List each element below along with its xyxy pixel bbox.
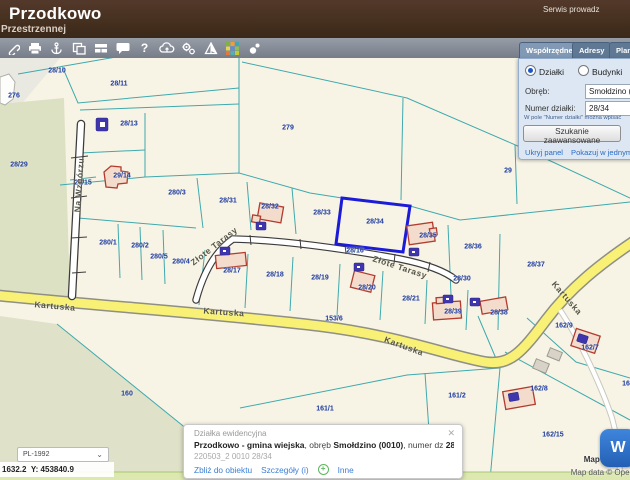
tab-adresy[interactable]: Adresy (572, 42, 611, 59)
radio-budynki-dot[interactable] (578, 65, 589, 76)
hide-panel-link[interactable]: Ukryj panel (525, 148, 563, 157)
app-title: Przodkowo (9, 4, 101, 24)
print-icon[interactable] (25, 40, 44, 56)
zoom-to-object-link[interactable]: Zbliż do obiektu (194, 465, 252, 475)
settings-gears-icon[interactable] (179, 40, 198, 56)
app-header: Przodkowo Przestrzennej Serwis prowadz (0, 0, 630, 38)
chat-icon[interactable] (113, 40, 132, 56)
popup-parcel-number: 28/34 (446, 440, 454, 450)
popup-obreb: Smołdzino (0010) (333, 440, 403, 450)
service-note: Serwis prowadz (543, 5, 630, 14)
plus-icon[interactable]: + (318, 464, 329, 475)
panels-icon[interactable] (91, 40, 110, 56)
radio-dzialki[interactable]: Działki (525, 65, 564, 77)
popup-numer-pre: , numer dz (403, 440, 446, 450)
coord-x: 1632.2 (2, 465, 26, 474)
popup-id-code: 220503_2 0010 28/34 (194, 452, 272, 461)
help-icon[interactable]: ? (135, 40, 154, 56)
cloud-upload-icon[interactable] (157, 40, 176, 56)
single-window-link[interactable]: Pokazuj w jednym ok (571, 148, 630, 157)
tab-wspolrzedne[interactable]: Współrzędne (519, 42, 580, 59)
location-pin-icon[interactable] (245, 40, 264, 56)
radio-budynki[interactable]: Budynki (578, 65, 622, 77)
tab-plany[interactable]: Plany (609, 42, 630, 59)
popup-title-line: Przodkowo - gmina wiejska, obręb Smołdzi… (194, 440, 454, 450)
crs-value: PL-1992 (23, 451, 49, 458)
advanced-search-button[interactable]: Szukanie zaawansowane (523, 125, 621, 142)
numer-hint: W pole "Numer działki" można wpisać (524, 115, 630, 121)
close-icon[interactable]: ✕ (447, 428, 455, 439)
forest-area (0, 98, 70, 302)
map-data-attribution: Map data © Open (571, 468, 630, 477)
popup-obreb-pre: , obręb (305, 440, 334, 450)
copy-icon[interactable] (69, 40, 88, 56)
anchor-icon[interactable] (47, 40, 66, 56)
numer-value: 28/34 (589, 104, 609, 113)
obreb-value: Smołdzino (0010) (589, 87, 630, 96)
details-link[interactable]: Szczegóły (i) (261, 465, 309, 475)
feature-popup: Działka ewidencyjna ✕ Przodkowo - gmina … (183, 424, 463, 479)
popup-type: Działka ewidencyjna (194, 429, 266, 438)
coord-y: Y: 453840.9 (31, 465, 74, 474)
gis-app: { "header": { "title": "Przodkowo", "sub… (0, 0, 630, 480)
legend-grid-icon[interactable] (223, 40, 242, 56)
chevron-down-icon: ⌄ (96, 448, 103, 461)
coordinates-readout: 1632.2 Y: 453840.9 (0, 462, 114, 477)
prism-icon[interactable] (201, 40, 220, 56)
numer-label: Numer działki: (525, 104, 576, 113)
radio-dzialki-dot[interactable] (525, 65, 536, 76)
search-panel: Działki Budynki Obręb: Smołdzino (0010)▾… (518, 58, 630, 160)
app-subtitle: Przestrzennej (1, 24, 66, 35)
map-widget-button[interactable]: W (600, 429, 630, 467)
obreb-label: Obręb: (525, 87, 549, 96)
numer-input[interactable]: 28/34 (585, 101, 630, 116)
other-link[interactable]: Inne (338, 465, 354, 475)
obreb-select[interactable]: Smołdzino (0010)▾ (585, 84, 630, 99)
link-icon[interactable] (3, 40, 22, 56)
crs-selector[interactable]: PL-1992 ⌄ (17, 447, 109, 462)
popup-municipality: Przodkowo - gmina wiejska (194, 440, 305, 450)
radio-dzialki-label: Działki (539, 67, 564, 77)
radio-budynki-label: Budynki (592, 67, 622, 77)
